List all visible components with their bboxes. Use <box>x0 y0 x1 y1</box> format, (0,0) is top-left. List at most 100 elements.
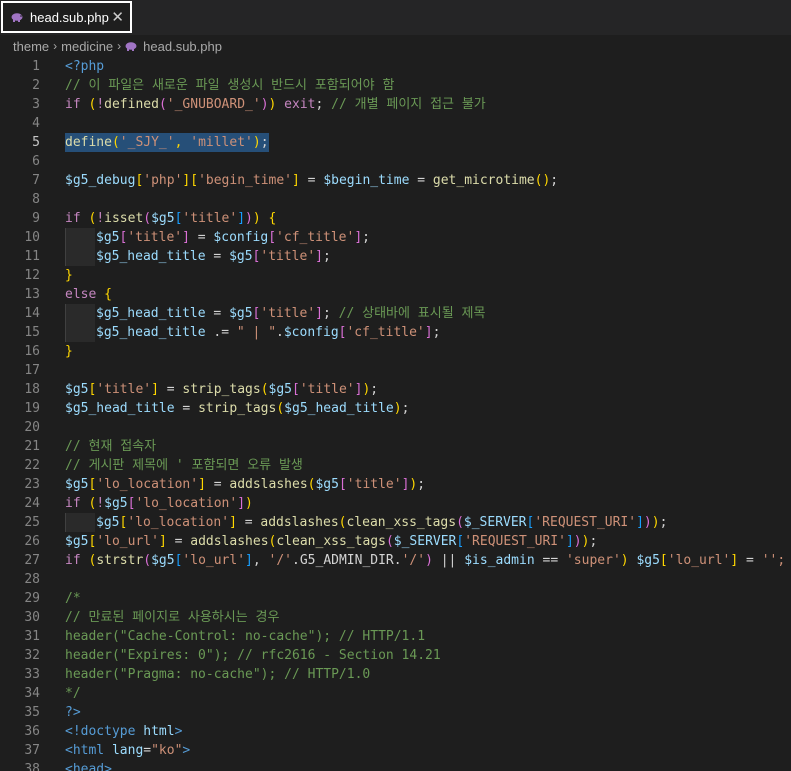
code-token: */ <box>65 686 81 701</box>
line-number: 22 <box>24 458 40 473</box>
line-number: 21 <box>24 439 40 454</box>
code-text: // 이 파일은 새로운 파일 생성시 반드시 포함되어야 함 <box>65 76 394 95</box>
code-line[interactable]: 6 <box>0 152 791 171</box>
code-token: if <box>65 211 81 226</box>
code-line[interactable]: 4 <box>0 114 791 133</box>
code-line[interactable]: 19 $g5_head_title = strip_tags($g5_head_t… <box>0 399 791 418</box>
code-line[interactable]: 27 if (strstr($g5['lo_url'], '/'.G5_ADMIN… <box>0 551 791 570</box>
code-token: defined <box>104 97 159 112</box>
code-line[interactable]: 31 header("Cache-Control: no-cache"); // … <box>0 627 791 646</box>
code-line[interactable]: 5 define('_SJY_', 'millet'); <box>0 133 791 152</box>
code-line[interactable]: 8 <box>0 190 791 209</box>
code-line[interactable]: 3 if (!defined('_GNUBOARD_')) exit; // 개별… <box>0 95 791 114</box>
code-line[interactable]: 15 $g5_head_title .= " | ".$config['cf_ti… <box>0 323 791 342</box>
code-token: header("Expires: 0"); // rfc2616 - Secti… <box>65 648 441 663</box>
code-line[interactable]: 26 $g5['lo_url'] = addslashes(clean_xss_t… <box>0 532 791 551</box>
close-icon[interactable]: ✕ <box>111 8 124 26</box>
breadcrumb-item-medicine[interactable]: medicine <box>61 39 113 54</box>
code-token: = <box>738 553 762 568</box>
code-line[interactable]: 2 // 이 파일은 새로운 파일 생성시 반드시 포함되어야 함 <box>0 76 791 95</box>
code-token: 'super' <box>565 553 621 568</box>
breadcrumb-item-file[interactable]: head.sub.php <box>143 39 222 54</box>
chevron-right-icon: › <box>117 39 122 53</box>
code-line[interactable]: 24 if (!$g5['lo_location']) <box>0 494 791 513</box>
code-line[interactable]: 7 $g5_debug['php']['begin_time'] = $begin… <box>0 171 791 190</box>
code-token: ! <box>96 496 105 511</box>
code-text: // 만료된 페이지로 사용하시는 경우 <box>65 608 279 627</box>
code-line[interactable]: 17 <box>0 361 791 380</box>
breadcrumb-item-theme[interactable]: theme <box>13 39 49 54</box>
code-token: ] <box>182 230 190 245</box>
code-token: < <box>65 762 73 771</box>
code-token: // 이 파일은 새로운 파일 생성시 반드시 포함되어야 함 <box>65 78 395 93</box>
code-token: ( <box>158 97 167 112</box>
line-number: 37 <box>24 743 40 758</box>
code-token: $g5 <box>65 534 89 549</box>
code-line[interactable]: 14 $g5_head_title = $g5['title']; // 상태바에… <box>0 304 791 323</box>
line-number: 12 <box>24 268 40 283</box>
code-line[interactable]: 18 $g5['title'] = strip_tags($g5['title']… <box>0 380 791 399</box>
code-token: $begin_time <box>323 173 410 188</box>
code-line[interactable]: 11 $g5_head_title = $g5['title']; <box>0 247 791 266</box>
code-line[interactable]: 12} <box>0 266 791 285</box>
code-token: 'lo_url' <box>667 553 731 568</box>
code-line[interactable]: 38 <head> <box>0 760 791 771</box>
code-line[interactable]: 29 /* <box>0 589 791 608</box>
code-token: ] <box>237 496 246 511</box>
code-token: } <box>65 268 73 283</box>
code-token: if <box>65 553 81 568</box>
code-text: $g5['title'] = $config['cf_title']; <box>96 228 370 247</box>
line-number: 7 <box>32 173 40 188</box>
code-token: ( <box>456 515 464 530</box>
code-text: $g5_head_title = strip_tags($g5_head_tit… <box>65 399 409 418</box>
code-token: $g5 <box>151 553 175 568</box>
code-token: ) <box>252 211 261 226</box>
code-editor[interactable]: 1 <?php 2 // 이 파일은 새로운 파일 생성시 반드시 포함되어야 함 3 i… <box>0 57 791 771</box>
line-number: 33 <box>24 667 40 682</box>
code-text: // 현재 접속자 <box>65 437 156 456</box>
code-token: $g5_debug <box>65 173 136 188</box>
code-token: 'lo_url' <box>96 534 159 549</box>
code-line[interactable]: 36 <!doctype html> <box>0 722 791 741</box>
code-text: $g5_head_title = $g5['title']; <box>96 247 331 266</box>
code-token: [ <box>659 553 668 568</box>
code-token: $g5 <box>96 515 120 530</box>
code-line[interactable]: 1 <?php <box>0 57 791 76</box>
code-text: $g5['lo_location'] = addslashes($g5['tit… <box>65 475 425 494</box>
code-token: // 개별 페이지 접근 불가 <box>331 97 486 112</box>
code-line[interactable]: 35 ?> <box>0 703 791 722</box>
code-token: .G5_ADMIN_DIR. <box>292 553 402 568</box>
code-token: ) <box>245 211 253 226</box>
code-line[interactable]: 22 // 게시판 제목에 ' 포함되면 오류 발생 <box>0 456 791 475</box>
code-token: [ <box>338 477 347 492</box>
code-token: ) <box>425 553 433 568</box>
code-line[interactable]: 32 header("Expires: 0"); // rfc2616 - Sec… <box>0 646 791 665</box>
code-line[interactable]: 23 $g5['lo_location'] = addslashes($g5['t… <box>0 475 791 494</box>
code-line[interactable]: 13 else { <box>0 285 791 304</box>
code-line[interactable]: 16} <box>0 342 791 361</box>
code-token: lang <box>111 743 144 758</box>
code-token: addslashes <box>190 534 269 549</box>
code-line[interactable]: 33 header("Pragma: no-cache"); // HTTP/1.… <box>0 665 791 684</box>
selected-code: define('_SJY_', 'millet'); <box>65 133 269 152</box>
code-line[interactable]: 10 $g5['title'] = $config['cf_title']; <box>0 228 791 247</box>
code-line[interactable]: 30 // 만료된 페이지로 사용하시는 경우 <box>0 608 791 627</box>
code-line[interactable]: 9 if (!isset($g5['title'])) { <box>0 209 791 228</box>
code-token: header("Cache-Control: no-cache"); // HT… <box>65 629 426 644</box>
tab-head-sub-php[interactable]: head.sub.php ✕ <box>1 1 132 33</box>
code-line[interactable]: 25 $g5['lo_location'] = addslashes(clean_… <box>0 513 791 532</box>
code-line[interactable]: 20 <box>0 418 791 437</box>
code-token: ; <box>370 382 379 397</box>
line-number: 18 <box>24 382 40 397</box>
line-number: 34 <box>24 686 40 701</box>
code-token: ; <box>589 534 598 549</box>
code-token: doctype <box>80 724 136 739</box>
code-line[interactable]: 37 <html lang="ko"> <box>0 741 791 760</box>
code-token: < <box>65 743 73 758</box>
code-line[interactable]: 34 */ <box>0 684 791 703</box>
code-token: $g5 <box>104 496 128 511</box>
code-line[interactable]: 21 // 현재 접속자 <box>0 437 791 456</box>
code-token: "ko" <box>151 743 183 758</box>
code-line[interactable]: 28 <box>0 570 791 589</box>
